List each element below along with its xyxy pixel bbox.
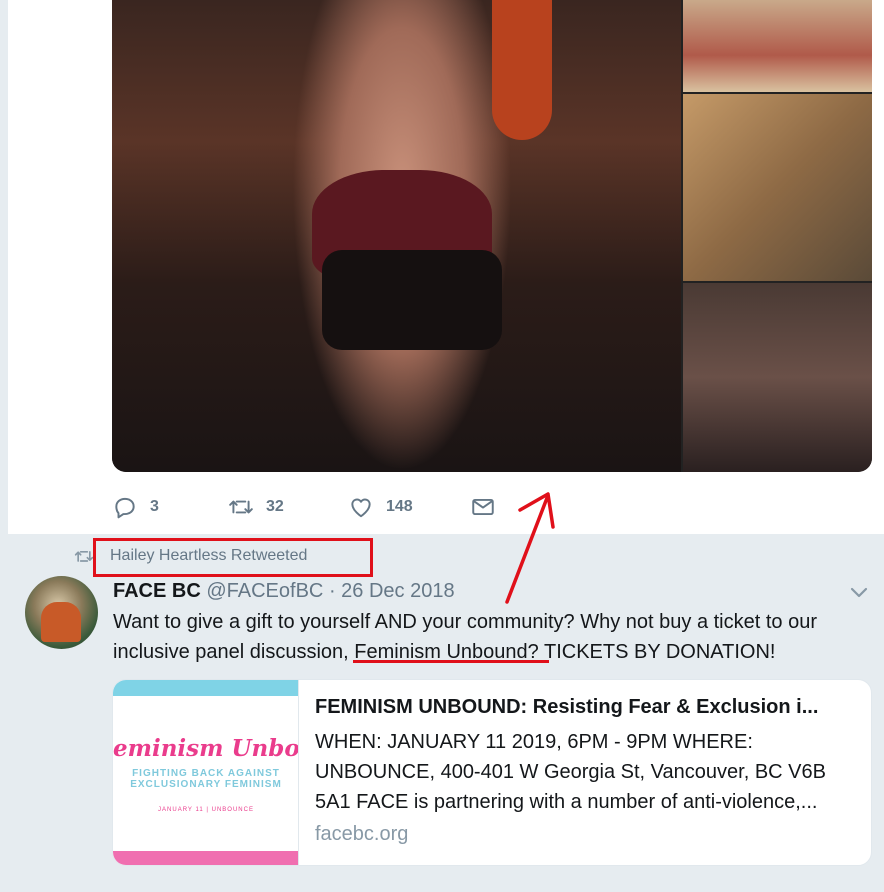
card-image-subtitle: FIGHTING BACK AGAINST EXCLUSIONARY FEMIN… <box>130 768 282 790</box>
avatar-figure <box>41 602 81 642</box>
tweet-actions: 3 32 148 <box>112 490 508 524</box>
retweet-button[interactable]: 32 <box>228 494 348 520</box>
chevron-down-icon[interactable] <box>848 582 870 602</box>
annotation-highlight-box <box>93 538 373 577</box>
card-body[interactable]: FEMINISM UNBOUND: Resisting Fear & Exclu… <box>315 696 855 846</box>
user-handle[interactable]: @FACEofBC <box>206 580 323 602</box>
card-image-date: JANUARY 11 | UNBOUNCE <box>158 807 254 813</box>
retweet-count: 32 <box>266 498 284 515</box>
card-image-top-bar <box>113 680 298 696</box>
reply-button[interactable]: 3 <box>112 494 228 520</box>
annotation-underline <box>353 660 549 663</box>
separator-dot: · <box>328 580 336 602</box>
retweet-small-icon <box>74 550 94 562</box>
card-title[interactable]: FEMINISM UNBOUND: Resisting Fear & Exclu… <box>315 696 855 719</box>
reply-count: 3 <box>150 498 159 515</box>
dm-icon <box>472 498 494 516</box>
reply-icon <box>115 497 135 519</box>
media-photo-3[interactable] <box>683 94 872 281</box>
timeline: 3 32 148 Hailey Heartless Retweeted FACE… <box>0 0 884 892</box>
card-image[interactable]: eminism Unboun FIGHTING BACK AGAINST EXC… <box>113 680 299 865</box>
tweet-text: Want to give a gift to yourself AND your… <box>113 607 878 667</box>
like-count: 148 <box>386 498 413 515</box>
link-preview-card[interactable]: eminism Unboun FIGHTING BACK AGAINST EXC… <box>112 679 872 866</box>
tweet-media-grid[interactable] <box>112 0 872 472</box>
media-photo-2[interactable] <box>683 0 872 92</box>
like-icon <box>351 498 371 518</box>
like-button[interactable]: 148 <box>348 494 470 520</box>
card-domain: facebc.org <box>315 823 409 845</box>
tweet-header: FACE BC @FACEofBC · 26 Dec 2018 <box>113 580 455 603</box>
direct-message-button[interactable] <box>470 494 508 520</box>
photo-garment-corset <box>322 250 502 350</box>
tweet-text-end: TICKETS BY DONATION! <box>538 641 776 663</box>
card-image-bottom-bar <box>113 851 298 865</box>
avatar[interactable] <box>25 576 98 649</box>
retweet-icon <box>229 500 253 514</box>
photo-hair <box>492 0 552 140</box>
media-photo-4[interactable] <box>683 283 872 472</box>
card-image-brand: eminism Unboun <box>113 735 299 762</box>
card-description: WHEN: JANUARY 11 2019, 6PM - 9PM WHERE: … <box>315 731 826 813</box>
display-name[interactable]: FACE BC <box>113 580 201 602</box>
tweet-date[interactable]: 26 Dec 2018 <box>341 580 454 602</box>
media-photo-main[interactable] <box>112 0 681 472</box>
